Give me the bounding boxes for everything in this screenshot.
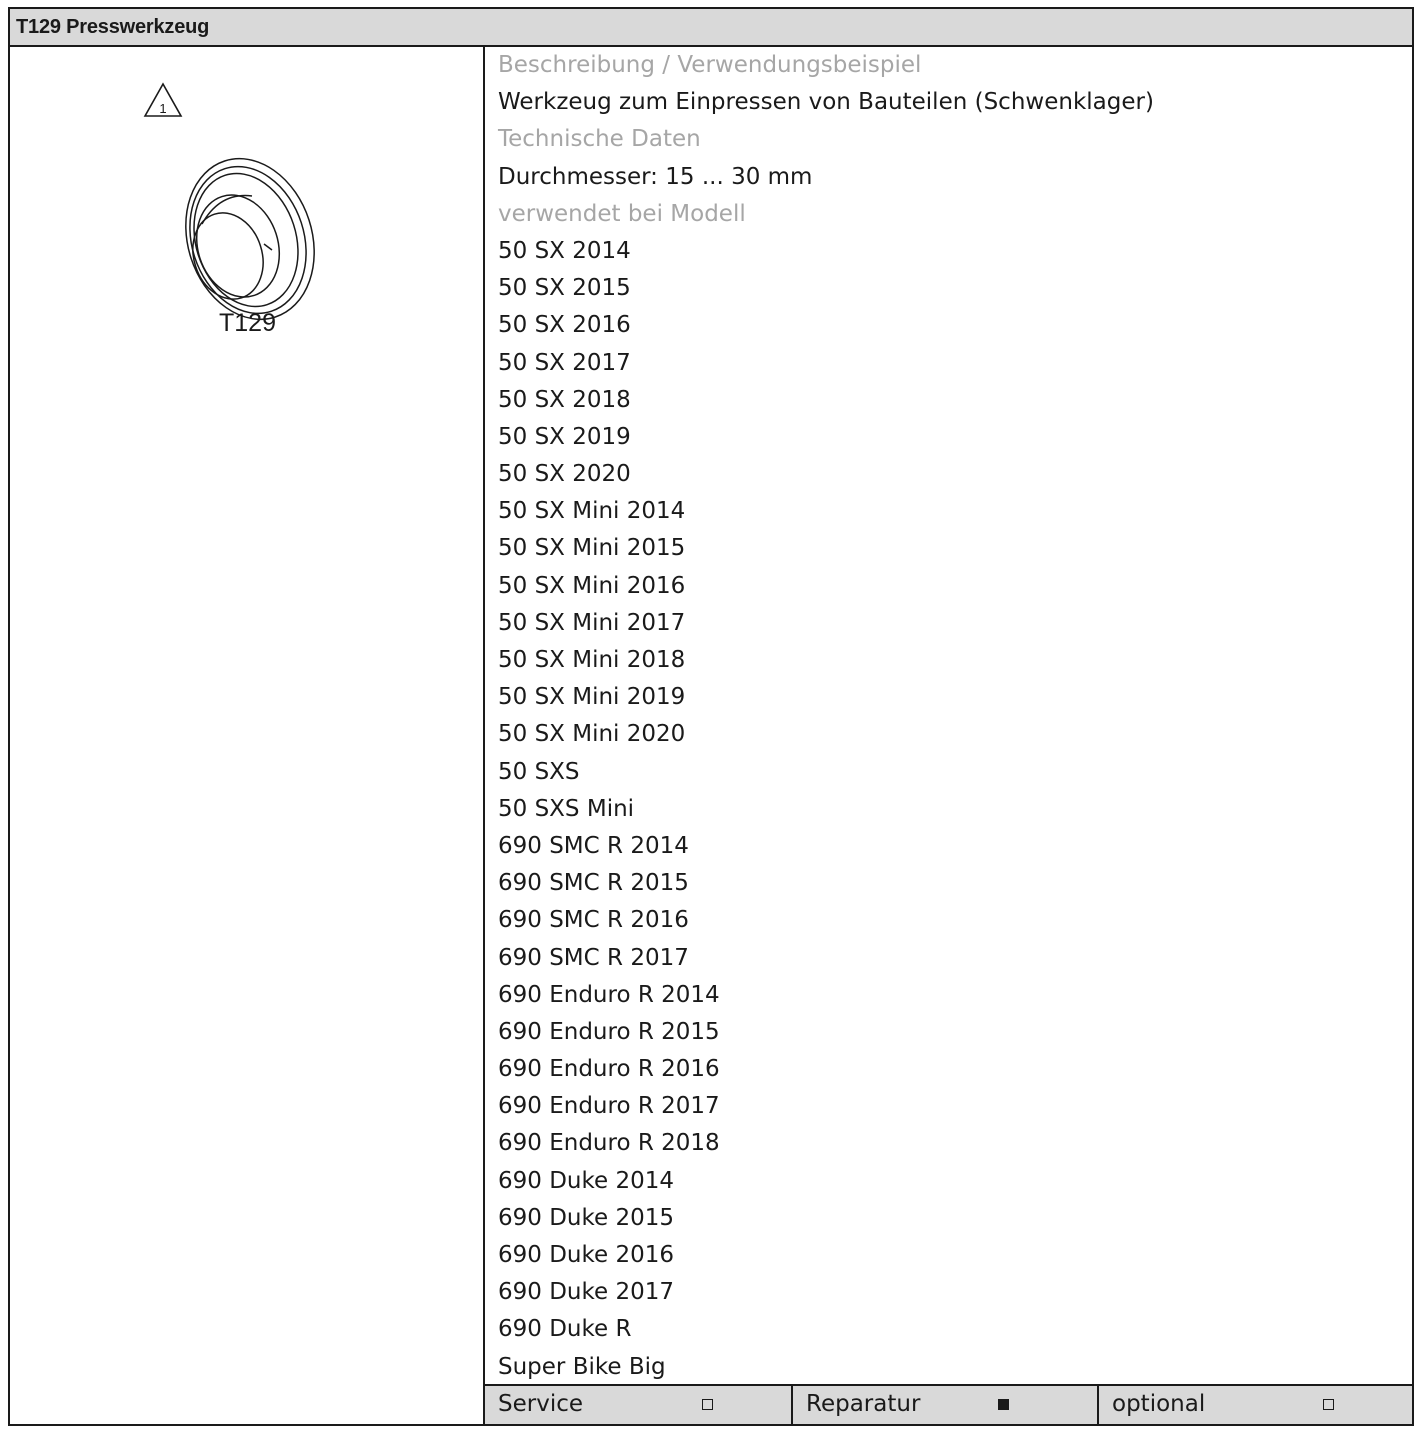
detail-line: 50 SXS [498,758,580,785]
details-list: Beschreibung / Verwendungsbeispiel Werkze… [498,47,1154,1386]
detail-line: 50 SX 2015 [498,275,631,302]
optional-checkbox [1323,1399,1334,1410]
press-die-drawing [185,157,315,321]
detail-line: 50 SX 2020 [498,461,631,488]
detail-line: 690 Duke 2017 [498,1279,674,1306]
detail-line: 50 SX 2019 [498,423,631,450]
optional-cell: optional [1097,1386,1412,1424]
section-heading: Beschreibung / Verwendungsbeispiel [498,52,922,78]
optional-label: optional [1112,1391,1206,1417]
tool-number-label: T129 [219,309,276,337]
detail-line: 690 Duke R [498,1316,632,1343]
detail-line: 690 SMC R 2017 [498,944,689,971]
detail-line: 690 Enduro R 2015 [498,1018,720,1045]
reparatur-label: Reparatur [806,1391,921,1417]
detail-line: 690 Enduro R 2017 [498,1093,720,1120]
section-heading: Technische Daten [498,126,701,153]
detail-line: 690 Duke 2015 [498,1204,674,1231]
reparatur-checkbox [998,1399,1009,1410]
details-panel: Beschreibung / Verwendungsbeispiel Werkze… [485,47,1412,1424]
detail-line: 50 SXS Mini [498,795,635,822]
detail-line: Super Bike Big [498,1353,666,1380]
service-label: Service [498,1391,584,1417]
detail-line: 690 SMC R 2015 [498,870,689,897]
detail-line: 50 SX 2014 [498,237,631,264]
detail-line: 690 Enduro R 2016 [498,1056,720,1083]
tool-card: T129 Presswerkzeug 1 T129 Beschreibung /… [8,7,1414,1426]
section-heading: verwendet bei Modell [498,200,746,227]
reparatur-cell: Reparatur [791,1386,1097,1424]
press-tool-illustration: 1 [143,82,315,321]
detail-line: 50 SX Mini 2015 [498,535,686,562]
detail-line: 690 Duke 2016 [498,1242,674,1268]
detail-line: 690 Enduro R 2014 [498,981,720,1008]
detail-line: 690 Enduro R 2018 [498,1130,720,1157]
detail-line: 50 SX 2018 [498,386,631,413]
detail-line: 50 SX Mini 2018 [498,647,686,673]
usage-category-row: Service Reparatur optional [485,1384,1412,1424]
detail-line: 50 SX Mini 2019 [498,684,686,711]
detail-line: 50 SX Mini 2017 [498,609,686,636]
detail-line: 50 SX Mini 2020 [498,721,686,748]
detail-line: 690 Duke 2014 [498,1167,674,1194]
illustration-panel: 1 T129 [10,47,485,1424]
detail-line: Werkzeug zum Einpressen von Bauteilen (S… [498,89,1154,116]
service-cell: Service [485,1386,791,1424]
warning-number: 1 [159,101,166,116]
detail-line: 50 SX 2017 [498,349,631,376]
warning-triangle-icon: 1 [143,82,183,117]
detail-line: 50 SX 2016 [498,312,631,339]
detail-line: 50 SX Mini 2016 [498,572,686,599]
detail-line: 690 SMC R 2016 [498,907,689,934]
detail-line: Durchmesser: 15 ... 30 mm [498,163,813,190]
card-title: T129 Presswerkzeug [10,9,1412,47]
detail-line: 690 SMC R 2014 [498,832,689,859]
detail-line: 50 SX Mini 2014 [498,498,686,525]
service-checkbox [702,1399,713,1410]
